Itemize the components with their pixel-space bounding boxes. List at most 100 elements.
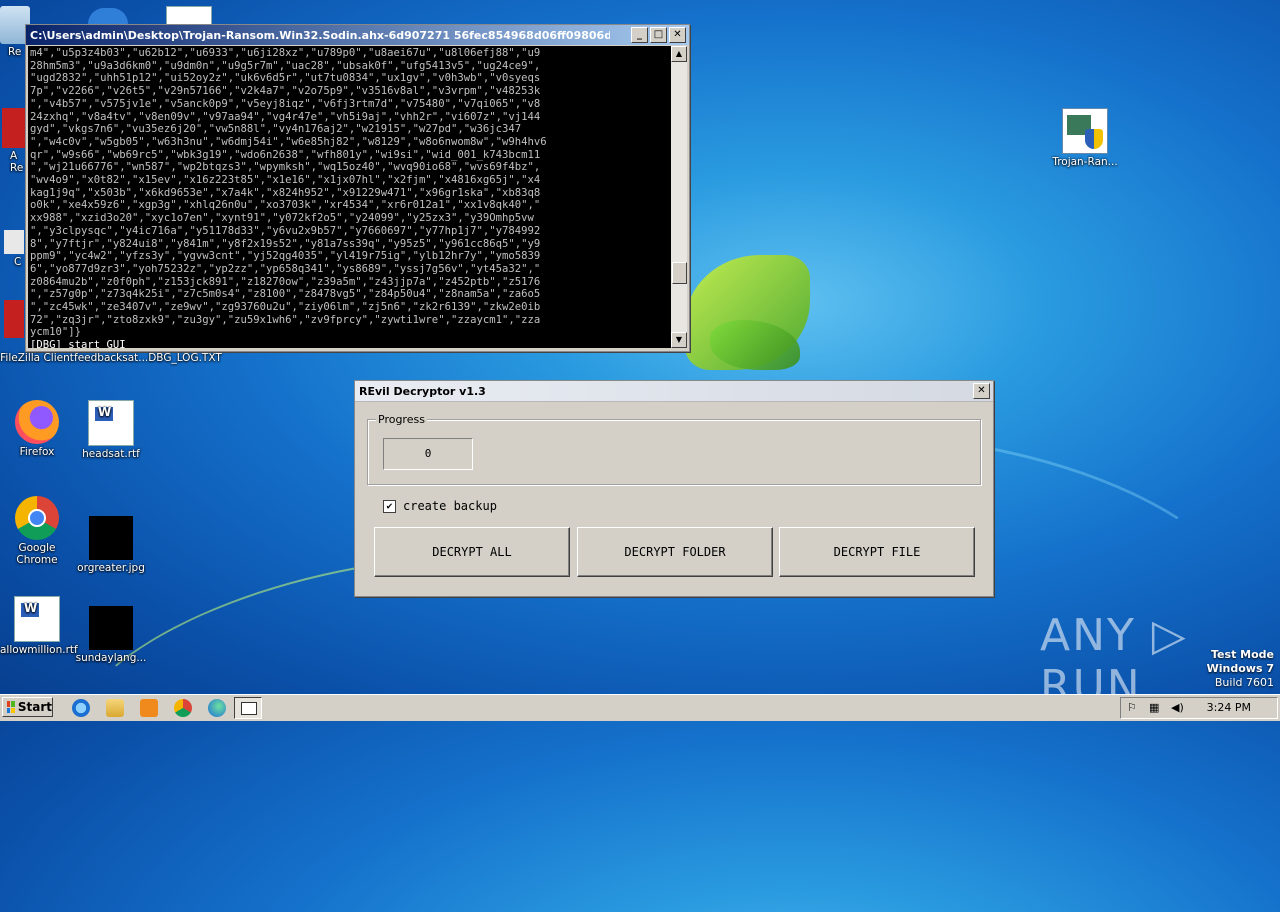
desktop-icon-label: orgreater.jpg (77, 562, 145, 574)
desktop-icon-headsat[interactable]: headsat.rtf (74, 400, 148, 460)
edge-icon[interactable] (208, 699, 226, 717)
word-document-icon (88, 400, 134, 446)
decrypt-all-button[interactable]: DECRYPT ALL (374, 527, 570, 577)
desktop-icon-firefox[interactable]: Firefox (0, 400, 74, 458)
console-line: 7p","v2266","v26t5","v29n57166","v2k4a7"… (30, 85, 541, 98)
start-button[interactable]: Start (2, 697, 53, 717)
dialog-title: REvil Decryptor v1.3 (359, 384, 486, 398)
progress-value: 0 (383, 438, 473, 470)
desktop-icon-filezilla[interactable]: FileZilla Client (0, 352, 74, 364)
minimize-button[interactable]: _ (631, 27, 648, 43)
desktop-icon-chrome[interactable]: Google Chrome (0, 496, 74, 566)
console-output[interactable]: m4","u5p3z4b03","u62b12","u6933","u6ji28… (28, 46, 671, 348)
progress-group: Progress 0 (367, 413, 981, 485)
scrollbar-thumb[interactable] (672, 262, 687, 284)
console-line: ","v4b57","v575jv1e","v5anck0p9","v5eyj8… (30, 97, 541, 110)
desktop-icon-label: allowmillion.rtf (0, 644, 78, 656)
desktop-icon-feedbacksat[interactable]: feedbacksat... (74, 352, 148, 364)
desktop-icon-edge[interactable] (88, 8, 128, 24)
desktop-icon-label: Trojan-Ran... (1052, 156, 1118, 168)
revil-decryptor-dialog[interactable]: REvil Decryptor v1.3 ✕ Progress 0 ✔ crea… (354, 380, 994, 597)
console-line: ","z57g0p","z73q4k25i","z7c5m0s4","z8100… (30, 288, 541, 301)
chrome-taskbar-icon[interactable] (174, 699, 192, 717)
dialog-titlebar[interactable]: REvil Decryptor v1.3 ✕ (355, 381, 993, 402)
console-line: m4","u5p3z4b03","u62b12","u6933","u6ji28… (30, 47, 541, 59)
console-line: 28hm5m3","u9a3d6km0","u9dm0n","u9g5r7m",… (30, 59, 541, 72)
console-line: ycm10"]} (30, 326, 82, 339)
console-line: 6","yo877d9zr3","yoh75232z","yp2zz","yp6… (30, 262, 541, 275)
decrypt-file-button[interactable]: DECRYPT FILE (779, 527, 975, 577)
app-icon (2, 108, 26, 148)
console-line: qr","w9s66","wb69rc5","wbk3g19","wdo6n26… (30, 148, 541, 161)
system-tray: ⚐ ▦ ◀) 3:24 PM (1120, 697, 1278, 719)
desktop-icon-trojan[interactable]: Trojan-Ran... (1048, 108, 1122, 168)
ie-icon[interactable] (72, 699, 90, 717)
console-line: ","y3clpysqc","y4ic716a","y51178d33","y6… (30, 224, 541, 237)
windows-version-line: Windows 7 (1206, 662, 1274, 675)
desktop-icon-dbglog[interactable]: DBG_LOG.TXT (148, 352, 222, 364)
console-line: z0864mu2b","z0f0ph","z153jck891","z18270… (30, 275, 541, 288)
chrome-icon (15, 496, 59, 540)
desktop-icon-label: C (14, 256, 22, 268)
console-title: C:\Users\admin\Desktop\Trojan-Ransom.Win… (30, 28, 610, 42)
console-scrollbar[interactable]: ▲ ▼ (671, 46, 687, 348)
console-line: xx988","xzid3o20","xyc1o7en","xynt91","y… (30, 212, 534, 225)
console-line: ppm9","yc4w2","yfzs3y","ygvw3cnt","yj52q… (30, 250, 541, 263)
console-line: gyd","vkgs7n6","vu35ez6j20","vw5n88l","v… (30, 123, 522, 136)
explorer-folder-icon[interactable] (106, 699, 124, 717)
desktop-icon-partial-2[interactable]: C (0, 230, 28, 268)
app-icon (4, 230, 24, 254)
desktop-icon-label: FileZilla Client (0, 352, 74, 364)
desktop-icon-partial-3[interactable] (0, 300, 28, 340)
firefox-icon (15, 400, 59, 444)
console-line: 8","y7ftjr","y824ui8","y841m","y8f2x19s5… (30, 237, 541, 250)
console-line: "wv4o9","x0t82","x15ev","x16z223t85","x1… (30, 174, 541, 187)
console-line: 72","zq3jr","zto8zxk9","zu3gy","zu59x1wh… (30, 313, 541, 326)
desktop-icon-label: DBG_LOG.TXT (148, 352, 222, 364)
close-button[interactable]: ✕ (973, 383, 990, 399)
flag-icon[interactable]: ⚐ (1127, 701, 1137, 714)
desktop-icon-label: A Re (10, 150, 24, 174)
network-icon[interactable]: ▦ (1149, 701, 1159, 714)
desktop-icon-allowmillion[interactable]: allowmillion.rtf (0, 596, 78, 656)
test-mode-notice: Test Mode Windows 7 Build 7601 (1207, 648, 1274, 690)
build-line: Build 7601 (1214, 676, 1274, 689)
progress-group-label: Progress (376, 413, 427, 426)
desktop-icon-label: feedbacksat... (74, 352, 149, 364)
desktop-icon-orgreater[interactable]: orgreater.jpg (74, 506, 148, 574)
console-line: ","zc45wk","ze3407v","ze9wv","zg93760u2u… (30, 301, 541, 314)
close-button[interactable]: ✕ (669, 27, 686, 43)
create-backup-checkbox[interactable]: ✔ create backup (383, 499, 497, 513)
desktop-icon-doc-top[interactable] (166, 6, 212, 26)
desktop-icon-sundaylang[interactable]: sundaylang... (74, 606, 148, 664)
checkbox-check-icon[interactable]: ✔ (383, 499, 396, 513)
console-line: "ugd2832","uhh51p12","ui52oy2z","uk6v6d5… (30, 72, 541, 85)
taskbar: Start ⚐ ▦ ◀) 3:24 PM (0, 694, 1280, 721)
console-taskbar-button[interactable] (234, 697, 262, 719)
console-window[interactable]: C:\Users\admin\Desktop\Trojan-Ransom.Win… (25, 24, 690, 352)
desktop-icon-partial-1[interactable]: A Re (0, 108, 28, 174)
console-line: 24zxhq","v8a4tv","v8en09v","v97aa94","vg… (30, 110, 541, 123)
console-line: kag1j9q","x503b","x6kd9653e","x7a4k","x8… (30, 186, 541, 199)
clock[interactable]: 3:24 PM (1207, 701, 1251, 714)
image-file-icon (89, 516, 133, 560)
app-icon (4, 300, 24, 338)
media-player-icon[interactable] (140, 699, 158, 717)
maximize-button[interactable]: □ (650, 27, 667, 43)
windows-flag-icon (7, 701, 15, 713)
scroll-down-icon[interactable]: ▼ (671, 332, 687, 348)
volume-icon[interactable]: ◀) (1171, 701, 1184, 714)
console-line: ","w4c0v","w5gb05","w63h3nu","w6dmj54i",… (30, 135, 547, 148)
test-mode-line: Test Mode (1211, 648, 1274, 661)
executable-icon (1062, 108, 1108, 154)
console-titlebar[interactable]: C:\Users\admin\Desktop\Trojan-Ransom.Win… (26, 25, 689, 45)
scroll-up-icon[interactable]: ▲ (671, 46, 687, 62)
word-document-icon (14, 596, 60, 642)
desktop-icon-label: headsat.rtf (82, 448, 140, 460)
desktop-icon-label: Google Chrome (16, 542, 58, 566)
console-line: o0k","xe4x59z6","xgp3g","xhlq26n0u","xo3… (30, 199, 541, 212)
checkbox-label: create backup (403, 499, 497, 513)
decrypt-folder-button[interactable]: DECRYPT FOLDER (577, 527, 773, 577)
console-line: [DBG] start GUI (30, 339, 126, 348)
desktop-icon-label: Firefox (19, 446, 55, 458)
